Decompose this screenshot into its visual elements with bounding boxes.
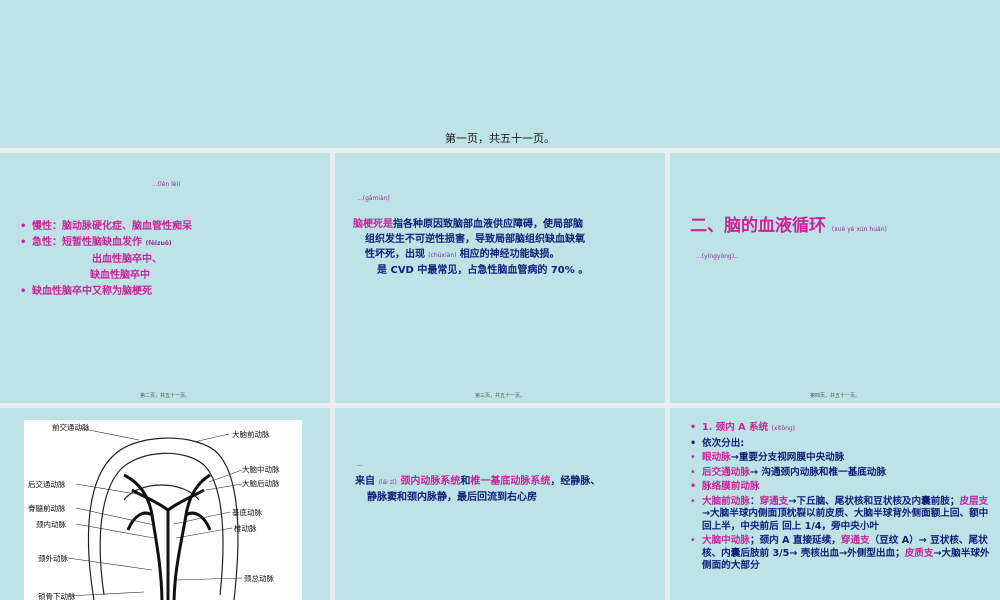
slide-title-page: 第一页，共五十一页。: [0, 0, 1000, 148]
text: → 沟通颈内动脉和椎一基底动脉: [749, 466, 887, 478]
section-title: 二、脑的血液循环 (xuè yè xún huán): [690, 211, 887, 236]
term: 穿通支: [840, 535, 870, 546]
slide-carotid-system: 1. 颈内 A 系统 (xìtǒng) 依次分出: 眼动脉→重要分支视网膜中央动…: [670, 408, 1000, 600]
term: 皮层支: [959, 495, 989, 507]
text: 指各种原因致脑部血液供应障碍，使局部脑: [393, 219, 583, 230]
pinyin-note: ...(lèn lèi): [152, 181, 181, 188]
text: →大脑半球内侧面顶枕裂以前皮质、大脑半球背外侧面额上回、额中回上半，中央前后 回…: [702, 508, 989, 532]
text: 和: [460, 476, 471, 487]
ellipsis-mark: ...: [357, 461, 363, 468]
pinyin-note: (fēizuō): [145, 240, 172, 247]
term: 穿通支: [759, 495, 789, 507]
label-common-carotid: 颈总动脉: [244, 573, 274, 583]
blood-supply-paragraph: 来自 (lái zì) 颈内动脉系统和椎一基底动脉系统，经静脉、 静脉窦和颈内脉…: [355, 474, 655, 505]
slide-footer: 第三页，共五十一页。: [474, 393, 525, 399]
text: ：: [749, 495, 760, 507]
term: 皮质支: [904, 547, 934, 559]
label-subclavian: 锁骨下动脉: [38, 591, 76, 600]
list-item: 慢性：脑动脉硬化症、脑血管性痴呆: [20, 219, 192, 235]
slide-definition: ...(gāmiàn) 脑梗死是指各种原因致脑部血液供应障碍，使局部脑 组织发生…: [335, 153, 665, 403]
slide-classification: ...(lèn lèi) 慢性：脑动脉硬化症、脑血管性痴呆 急性：短暂性脑缺血发…: [0, 153, 330, 403]
list-item: 依次分出:: [690, 438, 995, 451]
list-item: 1. 颈内 A 系统 (xìtǒng): [690, 422, 995, 436]
text: 来自: [355, 476, 375, 487]
skull-outline: [87, 437, 239, 600]
list-item: 大脑前动脉：穿通支→下丘脑、尾状核和豆状核及内囊前肢；皮层支→大脑半球内侧面顶枕…: [690, 496, 995, 534]
heading: 1. 颈内 A 系统: [702, 422, 769, 433]
text: →下丘脑、尾状核和豆状核及内囊前肢；: [788, 495, 960, 507]
pinyin-note: (lái zì): [378, 479, 397, 486]
list-item: 后交通动脉→ 沟通颈内动脉和椎一基底动脉: [690, 467, 995, 480]
term: 眼动脉: [702, 452, 731, 463]
pinyin-note: ...(gāmiàn): [357, 195, 390, 202]
definition-paragraph: 脑梗死是指各种原因致脑部血液供应障碍，使局部脑 组织发生不可逆性损害，导致局部脑…: [353, 217, 653, 278]
text: 性坏死，出现: [365, 249, 425, 260]
slide-artery-diagram: 前交通动脉 大脑前动脉 大脑中动脉 大脑后动脉 后交通动脉 脊髓前动脉 基底动脉…: [0, 408, 330, 600]
line: 是 CVD 中最常见，占急性脑血管病的 70% 。: [377, 265, 589, 276]
line: 静脉窦和颈内脉静，最后回流到右心房: [367, 492, 537, 503]
classification-list: 慢性：脑动脉硬化症、脑血管性痴呆 急性：短暂性脑缺血发作 (fēizuō) 出血…: [20, 219, 192, 300]
label-posterior-cerebral: 大脑后动脉: [242, 478, 280, 488]
label-anterior-cerebral: 大脑前动脉: [232, 429, 270, 439]
pinyin-note: (xuè yè xún huán): [831, 226, 887, 233]
term: 椎一基底动脉系统: [470, 476, 551, 487]
page-caption: 第一页，共五十一页。: [445, 132, 555, 145]
line: 组织发生不可逆性损害，导致局部脑组织缺血缺氧: [365, 234, 585, 245]
term: 大脑中动脉: [702, 535, 750, 546]
label-internal-carotid: 颈内动脉: [36, 519, 66, 529]
section-title-text: 二、脑的血液循环: [690, 216, 826, 236]
pinyin-note: (chūxiàn): [428, 252, 457, 259]
list-item: 出血性脑卒中、: [92, 254, 162, 265]
slide-blood-supply: ... 来自 (lái zì) 颈内动脉系统和椎一基底动脉系统，经静脉、 静脉窦…: [335, 408, 665, 600]
middle-right: [185, 511, 212, 531]
list-item: 急性：短暂性脑缺血发作 (fēizuō): [20, 235, 192, 252]
slide-section-title: 二、脑的血液循环 (xuè yè xún huán) ...(yíngyòng)…: [670, 153, 1000, 403]
carotid-branch-list: 1. 颈内 A 系统 (xìtǒng) 依次分出: 眼动脉→重要分支视网膜中央动…: [690, 422, 995, 575]
pinyin-note: (xìtǒng): [771, 425, 796, 432]
term: 脑梗死是: [353, 219, 393, 230]
list-item: 大脑中动脉；颈内 A 直接延续，穿通支（豆纹 A）→ 豆状核、尾状核、内囊后肢前…: [690, 535, 995, 573]
line: 性坏死，出现 (chūxiàn) 相应的神经功能缺损。: [353, 247, 653, 263]
line: 脑梗死是指各种原因致脑部血液供应障碍，使局部脑: [353, 217, 653, 232]
text: ；颈内 A 直接延续，: [749, 535, 841, 546]
text: ，经静脉、: [550, 476, 601, 487]
artery-diagram: 前交通动脉 大脑前动脉 大脑中动脉 大脑后动脉 后交通动脉 脊髓前动脉 基底动脉…: [24, 420, 302, 600]
list-item: 脉络膜前动脉: [690, 481, 995, 494]
label-basilar: 基底动脉: [232, 507, 262, 517]
term: 后交通动脉: [702, 466, 750, 478]
list-item: 缺血性脑卒中: [90, 270, 150, 281]
text: 相应的神经功能缺损。: [459, 249, 560, 260]
artery-illustration: 前交通动脉 大脑前动脉 大脑中动脉 大脑后动脉 后交通动脉 脊髓前动脉 基底动脉…: [28, 422, 280, 600]
slide-footer: 第四页，共五十一页。: [809, 393, 860, 399]
text: →重要分支视网膜中央动脉: [730, 452, 845, 463]
pinyin-note: ...(yíngyòng)..: [696, 253, 738, 260]
middle-left: [126, 511, 153, 531]
list-item: 缺血性脑卒中又称为脑梗死: [20, 284, 192, 300]
label-anterior-spinal: 脊髓前动脉: [28, 503, 66, 513]
list-item-text: 急性：短暂性脑缺血发作: [32, 237, 142, 248]
label-posterior-communicating: 后交通动脉: [28, 479, 66, 489]
label-external-carotid: 颈外动脉: [38, 553, 68, 563]
list-item: 眼动脉→重要分支视网膜中央动脉: [690, 452, 995, 465]
term: 大脑前动脉: [702, 495, 750, 507]
line: 来自 (lái zì) 颈内动脉系统和椎一基底动脉系统，经静脉、: [355, 474, 655, 490]
slide-footer: 第二页，共五十一页。: [139, 393, 190, 399]
term: 颈内动脉系统: [400, 476, 461, 487]
label-anterior-communicating: 前交通动脉: [52, 422, 90, 432]
label-vertebral: 椎动脉: [234, 523, 257, 533]
label-middle-cerebral: 大脑中动脉: [242, 464, 280, 474]
